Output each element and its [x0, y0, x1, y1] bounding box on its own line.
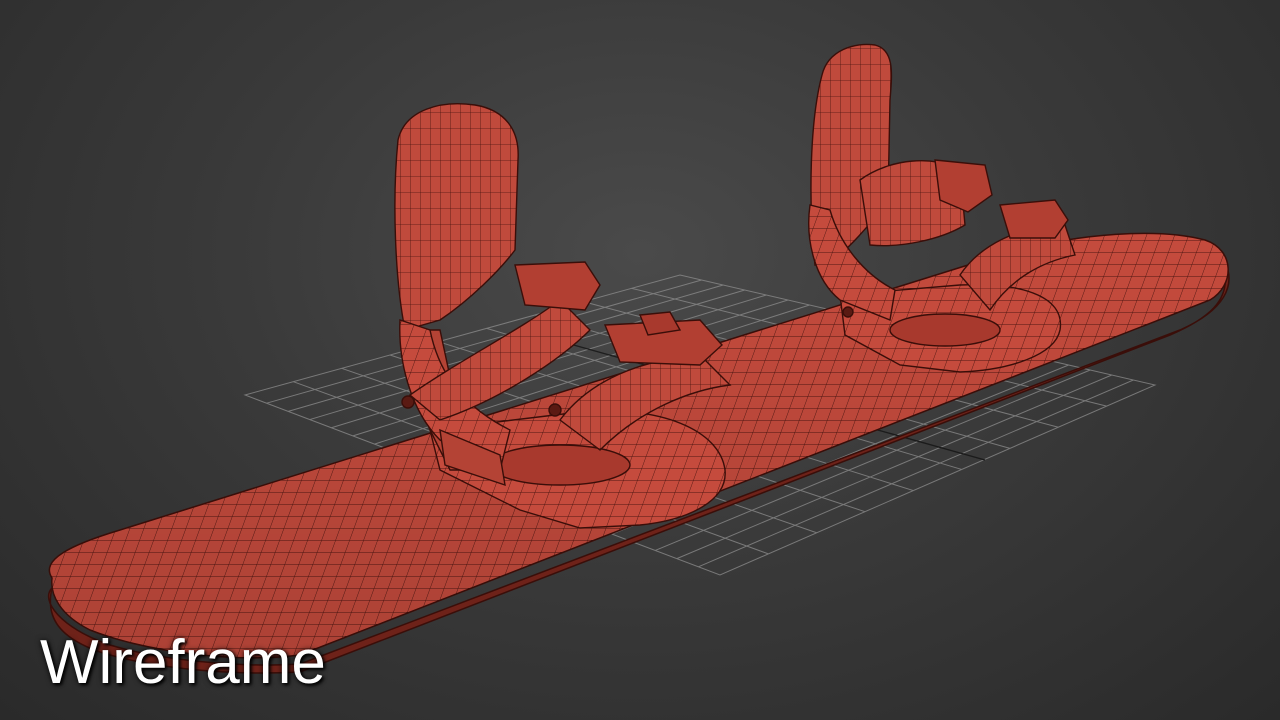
front-highback [394, 103, 519, 331]
3d-viewport[interactable] [0, 0, 1280, 720]
front-binding [394, 103, 732, 529]
rear-binding [808, 43, 1076, 373]
render-mode-label: Wireframe [40, 628, 326, 697]
